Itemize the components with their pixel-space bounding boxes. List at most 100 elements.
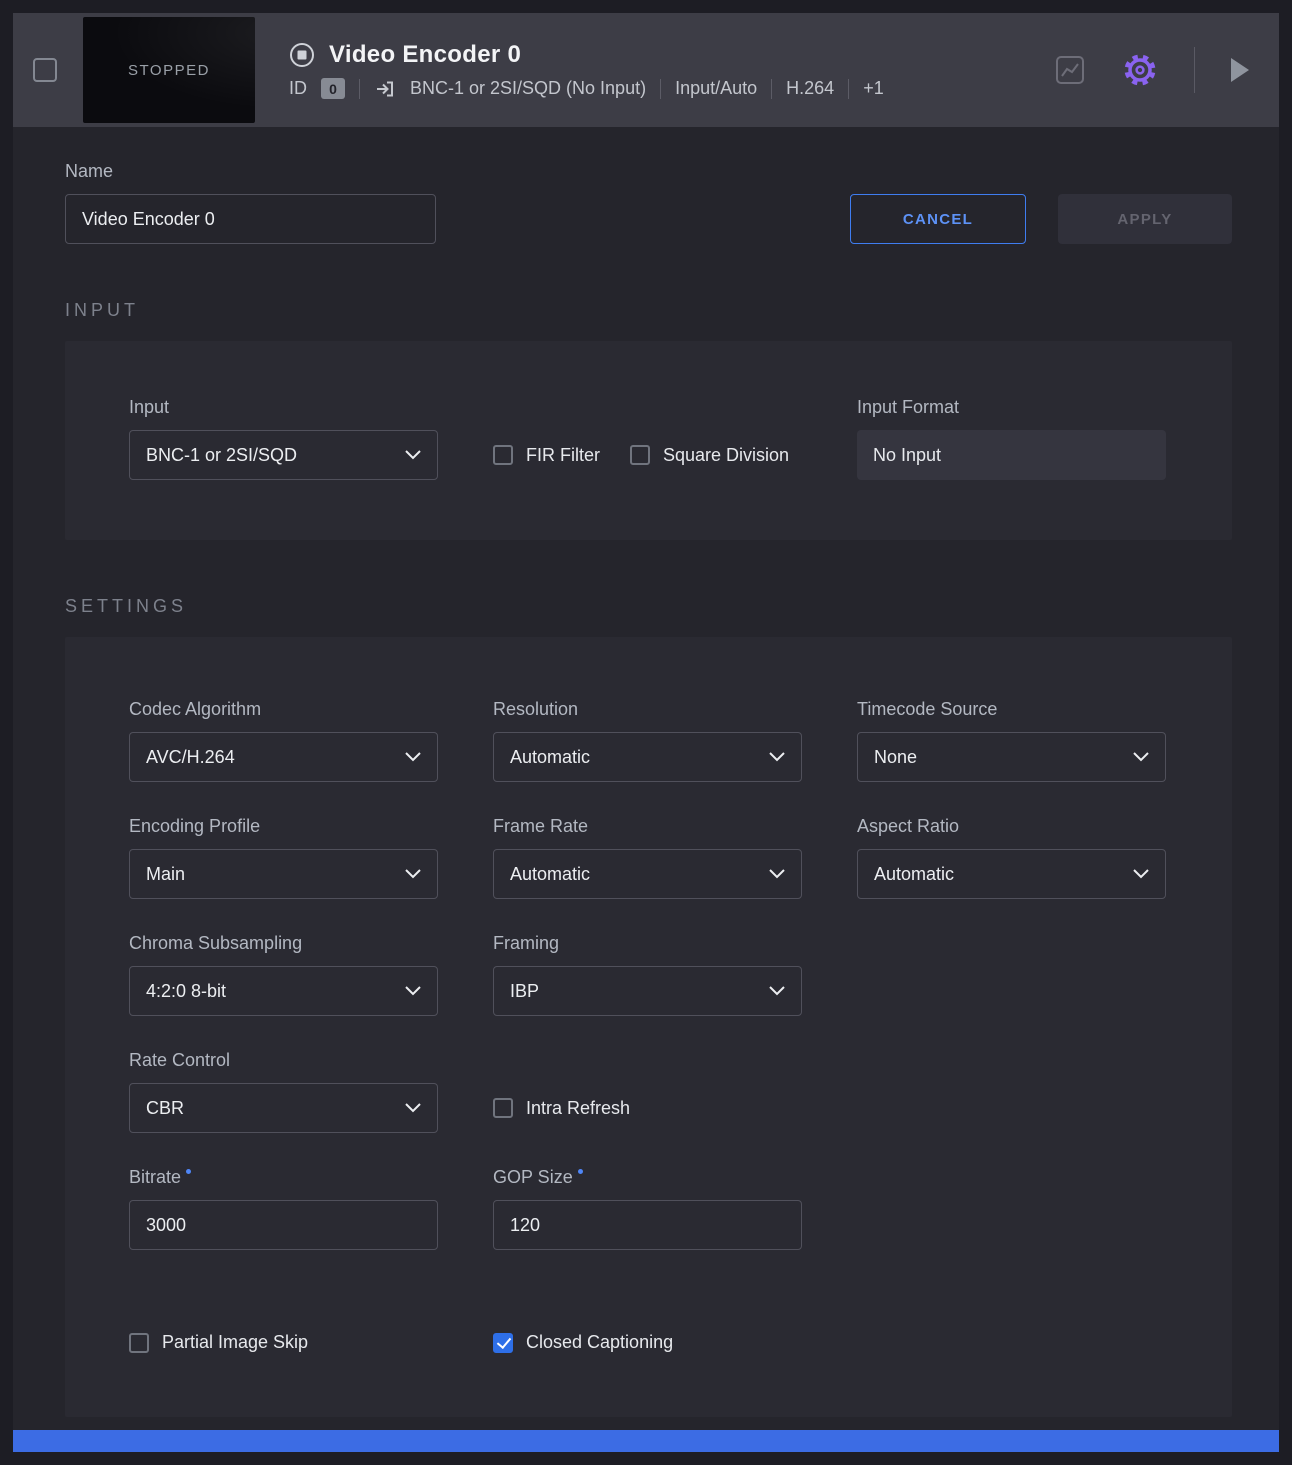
name-row: Name CANCEL APPLY [65,161,1232,244]
bitrate-input[interactable] [129,1200,438,1250]
framing-select[interactable]: IBP [493,966,802,1016]
aspect-ratio-select[interactable]: Automatic [857,849,1166,899]
input-section-heading: INPUT [65,300,1232,321]
framing-value: IBP [510,981,539,1002]
bottom-accent-bar [13,1430,1279,1452]
resolution-field: Resolution Automatic [493,699,802,782]
encoder-config-page: STOPPED Video Encoder 0 ID 0 [13,13,1279,1452]
meta-divider [359,79,360,99]
meta-divider [848,79,849,99]
intra-refresh-field: Intra Refresh [493,1050,802,1133]
chevron-down-icon [405,986,421,996]
frame-rate-select[interactable]: Automatic [493,849,802,899]
rate-control-label: Rate Control [129,1050,438,1071]
bitrate-label: Bitrate [129,1167,181,1187]
resolution-select[interactable]: Automatic [493,732,802,782]
settings-section-heading: SETTINGS [65,596,1232,617]
name-field: Name [65,161,436,244]
frame-rate-field: Frame Rate Automatic [493,816,802,899]
play-icon[interactable] [1227,54,1253,86]
meta-input-source: BNC-1 or 2SI/SQD (No Input) [410,78,646,99]
input-panel: Input BNC-1 or 2SI/SQD FIR Filter [65,341,1232,540]
id-label: ID [289,78,307,99]
intra-refresh-checkbox-row[interactable]: Intra Refresh [493,1098,630,1119]
intra-refresh-checkbox[interactable] [493,1098,513,1118]
gear-icon[interactable] [1118,48,1162,92]
resolution-label: Resolution [493,699,802,720]
encoding-profile-select[interactable]: Main [129,849,438,899]
form-actions: CANCEL APPLY [850,194,1232,244]
encoding-profile-field: Encoding Profile Main [129,816,438,899]
codec-algorithm-select[interactable]: AVC/H.264 [129,732,438,782]
encoding-profile-value: Main [146,864,185,885]
input-format-field: Input Format No Input [857,397,1166,480]
settings-bottom-checks: Partial Image Skip Closed Captioning [129,1332,1168,1353]
rate-control-field: Rate Control CBR [129,1050,438,1133]
stopped-status-icon [289,42,315,68]
input-select[interactable]: BNC-1 or 2SI/SQD [129,430,438,480]
input-format-value: No Input [857,430,1166,480]
rate-control-select[interactable]: CBR [129,1083,438,1133]
cancel-button[interactable]: CANCEL [850,194,1026,244]
codec-algorithm-value: AVC/H.264 [146,747,235,768]
partial-image-skip-checkbox-row[interactable]: Partial Image Skip [129,1332,438,1353]
input-source-icon [374,78,396,100]
chroma-subsampling-label: Chroma Subsampling [129,933,438,954]
meta-more-count: +1 [863,78,884,99]
app-window: STOPPED Video Encoder 0 ID 0 [0,0,1292,1465]
chroma-subsampling-field: Chroma Subsampling 4:2:0 8-bit [129,933,438,1016]
play-triangle [1231,58,1249,82]
thumbnail-status-label: STOPPED [128,62,210,79]
timecode-source-field: Timecode Source None [857,699,1166,782]
settings-col-1: Codec Algorithm AVC/H.264 Encoding Profi… [129,699,438,1250]
chevron-down-icon [769,752,785,762]
chroma-subsampling-select[interactable]: 4:2:0 8-bit [129,966,438,1016]
fir-filter-checkbox[interactable] [493,445,513,465]
encoder-header: STOPPED Video Encoder 0 ID 0 [13,13,1279,127]
rate-control-value: CBR [146,1098,184,1119]
chevron-down-icon [405,1103,421,1113]
input-label: Input [129,397,438,418]
chart-stats-icon[interactable] [1050,50,1090,90]
apply-button[interactable]: APPLY [1058,194,1232,244]
select-encoder-checkbox[interactable] [33,58,57,82]
chevron-down-icon [769,869,785,879]
timecode-source-label: Timecode Source [857,699,1166,720]
input-field: Input BNC-1 or 2SI/SQD [129,397,438,480]
codec-algorithm-field: Codec Algorithm AVC/H.264 [129,699,438,782]
required-indicator [578,1169,583,1174]
aspect-ratio-field: Aspect Ratio Automatic [857,816,1166,899]
input-panel-col-1: Input BNC-1 or 2SI/SQD [129,397,438,480]
closed-captioning-checkbox-row[interactable]: Closed Captioning [493,1332,802,1353]
fir-filter-checkbox-row[interactable]: FIR Filter [493,445,600,466]
frame-rate-value: Automatic [510,864,590,885]
framing-label: Framing [493,933,802,954]
encoding-profile-label: Encoding Profile [129,816,438,837]
input-panel-col-2: FIR Filter Square Division [493,397,802,480]
settings-col-3: Timecode Source None Aspect Ratio Automa… [857,699,1166,1250]
square-division-checkbox-row[interactable]: Square Division [630,445,789,466]
chevron-down-icon [405,752,421,762]
gop-size-input[interactable] [493,1200,802,1250]
encoder-form: Name CANCEL APPLY INPUT Input BNC-1 [13,127,1279,1452]
name-input[interactable] [65,194,436,244]
timecode-source-select[interactable]: None [857,732,1166,782]
aspect-ratio-value: Automatic [874,864,954,885]
gop-size-label: GOP Size [493,1167,573,1187]
meta-divider [771,79,772,99]
chevron-down-icon [405,450,421,460]
header-divider [1194,47,1195,93]
framing-field: Framing IBP [493,933,802,1016]
closed-captioning-checkbox[interactable] [493,1333,513,1353]
chevron-down-icon [1133,752,1149,762]
preview-thumbnail: STOPPED [83,17,255,123]
intra-refresh-label: Intra Refresh [526,1098,630,1119]
chevron-down-icon [405,869,421,879]
square-division-checkbox[interactable] [630,445,650,465]
id-badge: 0 [321,78,345,99]
settings-col-2: Resolution Automatic Frame Rate Automati… [493,699,802,1250]
encoder-title: Video Encoder 0 [329,41,521,69]
title-block: Video Encoder 0 ID 0 BNC-1 or 2SI/SQD (N… [289,41,884,100]
partial-image-skip-checkbox[interactable] [129,1333,149,1353]
partial-image-skip-label: Partial Image Skip [162,1332,308,1353]
